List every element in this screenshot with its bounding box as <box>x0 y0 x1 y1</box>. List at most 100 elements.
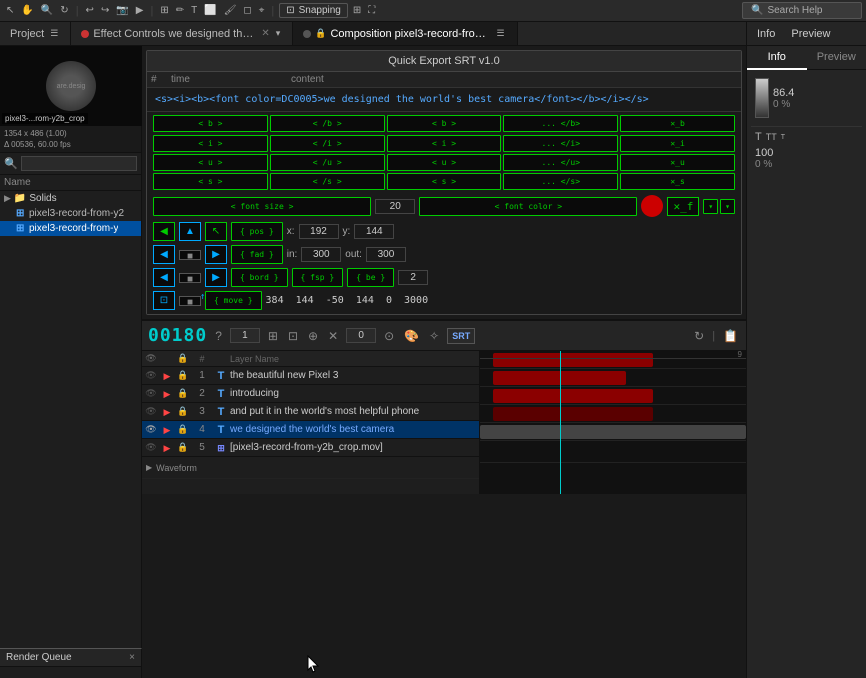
shape-tool-icon[interactable]: ⬜ <box>202 4 218 17</box>
btn-b-open2[interactable]: < b > <box>387 115 502 132</box>
frame-input[interactable] <box>230 328 260 343</box>
btn-u-ellipsis[interactable]: ... </u> <box>503 154 618 171</box>
btn-be-label[interactable]: { be } <box>347 268 394 287</box>
pos-x-input[interactable] <box>299 224 339 239</box>
btn-font-x[interactable]: ✕_f <box>667 197 699 216</box>
btn-bord-left[interactable]: ◀ <box>153 268 175 287</box>
waveform-arrow-icon[interactable]: ▶ <box>146 463 152 472</box>
render-queue-close-btn[interactable]: × <box>129 652 135 663</box>
tab-project-menu-icon[interactable]: ☰ <box>48 27 60 40</box>
btn-u-open[interactable]: < u > <box>153 154 268 171</box>
btn-u-x[interactable]: ✕_u <box>620 154 735 171</box>
type-tool-icon[interactable]: T <box>189 4 199 17</box>
comp-icon[interactable]: ⊞ <box>266 327 280 345</box>
font-size-input[interactable] <box>375 199 415 214</box>
search-help-input[interactable]: 🔍 Search Help <box>742 2 862 19</box>
snapping-toggle[interactable]: ⊡ Snapping <box>279 3 348 18</box>
tab-preview[interactable]: Preview <box>807 46 866 70</box>
btn-b-close[interactable]: < /b > <box>270 115 385 132</box>
layer-2-play-btn[interactable]: ▶ <box>160 388 174 400</box>
btn-pos-curve[interactable]: ↖ <box>205 222 227 241</box>
layer-5-lock-icon[interactable]: 🔒 <box>176 442 190 453</box>
log-icon[interactable]: 📋 <box>721 327 740 345</box>
layer-3-play-btn[interactable]: ▶ <box>160 406 174 418</box>
camera-icon[interactable]: 📷 <box>114 4 130 17</box>
layer-3-lock-icon[interactable]: 🔒 <box>176 406 190 417</box>
btn-pos-left-arrow[interactable]: ◀ <box>153 222 175 241</box>
solo-icon[interactable]: ⊕ <box>306 327 320 345</box>
target-icon[interactable]: ⊙ <box>382 327 396 345</box>
btn-i-open[interactable]: < i > <box>153 135 268 152</box>
tab-project[interactable]: Project ☰ <box>0 22 71 45</box>
puppet-icon[interactable]: ⌖ <box>257 4 267 17</box>
file-item-1[interactable]: ⊞ pixel3-record-from-y <box>0 221 141 236</box>
btn-pos-label[interactable]: { pos } <box>231 222 283 241</box>
project-search-input[interactable] <box>21 156 137 171</box>
layer-1-lock-icon[interactable]: 🔒 <box>176 370 190 381</box>
color-picker-dot[interactable] <box>641 195 663 217</box>
pos-y-input[interactable] <box>354 224 394 239</box>
btn-dropdown-1[interactable]: ▾ <box>703 199 718 214</box>
btn-b-x[interactable]: ✕_b <box>620 115 735 132</box>
btn-move-label[interactable]: ↑ { move } <box>205 291 262 310</box>
btn-s-ellipsis[interactable]: ... </s> <box>503 173 618 190</box>
btn-font-color[interactable]: < font color > <box>419 197 637 216</box>
btn-s-open2[interactable]: < s > <box>387 173 502 190</box>
btn-dropdown-2[interactable]: ▾ <box>720 199 735 214</box>
btn-s-open[interactable]: < s > <box>153 173 268 190</box>
fad-in-input[interactable] <box>301 247 341 262</box>
be-input[interactable] <box>398 270 428 285</box>
btn-pos-up-arrow[interactable]: ▲ <box>179 222 201 241</box>
frame-input-2[interactable] <box>346 328 376 343</box>
layer-5-eye-icon[interactable]: 👁 <box>144 442 158 453</box>
file-item-0[interactable]: ⊞ pixel3-record-from-y2 <box>0 206 141 221</box>
btn-fsp-label[interactable]: { fsp } <box>292 268 344 287</box>
cursor-tool-icon[interactable]: ↖ <box>4 4 16 17</box>
srt-export-btn[interactable]: SRT <box>447 328 475 344</box>
btn-fad-left[interactable]: ◀ <box>153 245 175 264</box>
zoom-tool-icon[interactable]: 🔍 <box>39 4 55 17</box>
btn-i-x[interactable]: ✕_i <box>620 135 735 152</box>
btn-fad-right[interactable]: ▶ <box>205 245 227 264</box>
btn-i-open2[interactable]: < i > <box>387 135 502 152</box>
layer-4-play-btn[interactable]: ▶ <box>160 424 174 436</box>
btn-move-sq[interactable]: ■ <box>179 296 201 306</box>
effects-icon[interactable]: ✧ <box>427 327 441 345</box>
render-icon[interactable]: ▶ <box>134 4 146 17</box>
rotate-icon[interactable]: ↻ <box>58 4 70 17</box>
tab-effect-close-icon[interactable]: ✕ <box>261 28 269 39</box>
tab-composition[interactable]: 🔒 Composition pixel3-record-from-y2b_cro… <box>293 22 517 45</box>
info-label[interactable]: Info <box>757 28 775 40</box>
layer-2-eye-icon[interactable]: 👁 <box>144 388 158 399</box>
pen-tool-icon[interactable]: ✏ <box>174 4 186 17</box>
btn-bord-sq[interactable]: ■ <box>179 273 201 283</box>
btn-bord-label[interactable]: { bord } <box>231 268 288 287</box>
composition-icon[interactable]: ⊞ <box>158 4 170 17</box>
layer-row-3[interactable]: 👁 ▶ 🔒 3 T and put it in the world's most… <box>142 403 479 421</box>
btn-fad-sq[interactable]: ■ <box>179 250 201 260</box>
eraser-icon[interactable]: ◻ <box>241 4 253 17</box>
layer-row-2[interactable]: 👁 ▶ 🔒 2 T introducing <box>142 385 479 403</box>
grid-icon[interactable]: ⊞ <box>351 4 363 17</box>
btn-bord-right[interactable]: ▶ <box>205 268 227 287</box>
refresh-icon[interactable]: ↻ <box>692 327 706 345</box>
layer-1-eye-icon[interactable]: 👁 <box>144 370 158 381</box>
btn-b-open[interactable]: < b > <box>153 115 268 132</box>
btn-u-open2[interactable]: < u > <box>387 154 502 171</box>
btn-i-ellipsis[interactable]: ... </i> <box>503 135 618 152</box>
btn-i-close[interactable]: < /i > <box>270 135 385 152</box>
null-icon[interactable]: ✕ <box>326 327 340 345</box>
grid-view-icon[interactable]: ⊡ <box>286 327 300 345</box>
tab-comp-menu-icon[interactable]: ☰ <box>494 27 506 40</box>
layer-1-play-btn[interactable]: ▶ <box>160 370 174 382</box>
layer-2-lock-icon[interactable]: 🔒 <box>176 388 190 399</box>
solids-folder[interactable]: ▶ 📁 Solids <box>0 191 141 206</box>
help-icon[interactable]: ? <box>213 327 224 345</box>
brush-icon[interactable]: 🖌 <box>222 4 239 17</box>
layer-4-eye-icon[interactable]: 👁 <box>144 424 158 435</box>
hand-tool-icon[interactable]: ✋ <box>19 4 35 17</box>
tab-effect-menu-icon[interactable]: ▾ <box>274 27 283 40</box>
btn-move-icon[interactable]: ⊡ <box>153 291 175 310</box>
btn-fad-label[interactable]: { fad } <box>231 245 283 264</box>
layer-row-5[interactable]: 👁 ▶ 🔒 5 ⊞ [pixel3-record-from-y2b_crop.m… <box>142 439 479 457</box>
